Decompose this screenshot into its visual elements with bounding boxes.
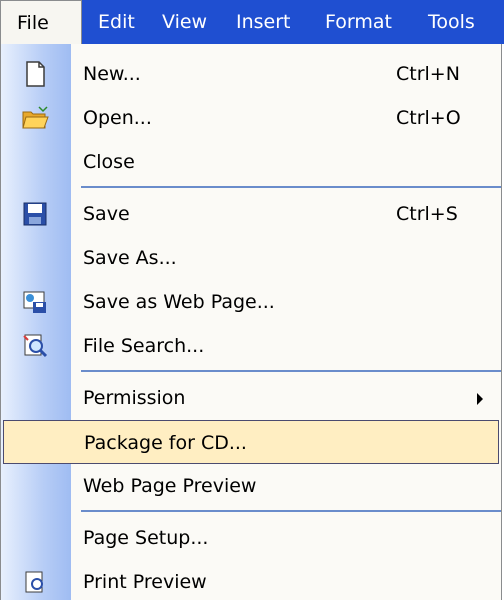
menu-file[interactable]: File [0,0,82,44]
menu-format[interactable]: Format [325,0,392,44]
menu-item-save-as-web-page[interactable]: Save as Web Page... [1,280,501,324]
file-search-icon [21,332,49,360]
menu-item-print-preview[interactable]: Print Preview [1,560,501,604]
menu-item-label: Save as Web Page... [83,291,275,313]
open-folder-icon [21,104,49,132]
menu-item-label: Page Setup... [83,527,209,549]
menu-item-close[interactable]: Close [1,140,501,184]
menu-item-label: File Search... [83,335,205,357]
menu-item-save[interactable]: Save Ctrl+S [1,192,501,236]
menu-item-shortcut: Ctrl+N [396,63,460,85]
menu-view[interactable]: View [162,0,207,44]
menu-item-label: Save As... [83,247,177,269]
menu-item-package-for-cd[interactable]: Package for CD... [3,420,499,464]
menu-item-web-page-preview[interactable]: Web Page Preview [1,464,501,508]
menu-item-shortcut: Ctrl+S [396,203,458,225]
menu-item-label: Save [83,203,130,225]
menu-item-page-setup[interactable]: Page Setup... [1,516,501,560]
menu-item-label: Print Preview [83,571,207,593]
menu-item-new[interactable]: New... Ctrl+N [1,52,501,96]
menu-item-file-search[interactable]: File Search... [1,324,501,368]
menu-item-label: Permission [83,387,186,409]
submenu-arrow-icon [477,393,483,405]
menu-separator [81,186,501,188]
menu-bar: File Edit View Insert Format Tools [0,0,504,44]
menu-item-label: Close [83,151,135,173]
menu-item-label: Web Page Preview [83,475,257,497]
file-menu-dropdown: New... Ctrl+N Open... Ctrl+O Close Save [0,44,502,600]
menu-item-label: Open... [83,107,152,129]
menu-insert[interactable]: Insert [236,0,291,44]
menu-tools[interactable]: Tools [428,0,475,44]
web-page-icon [21,288,49,316]
menu-item-label: Package for CD... [84,432,247,454]
menu-separator [81,370,501,372]
new-document-icon [21,60,49,88]
menu-item-save-as[interactable]: Save As... [1,236,501,280]
menu-item-permission[interactable]: Permission [1,376,501,420]
menu-separator [81,510,501,512]
menu-item-label: New... [83,63,141,85]
print-preview-icon [21,568,49,596]
menu-item-shortcut: Ctrl+O [396,107,461,129]
menu-item-open[interactable]: Open... Ctrl+O [1,96,501,140]
save-floppy-icon [21,200,49,228]
menu-edit[interactable]: Edit [98,0,135,44]
